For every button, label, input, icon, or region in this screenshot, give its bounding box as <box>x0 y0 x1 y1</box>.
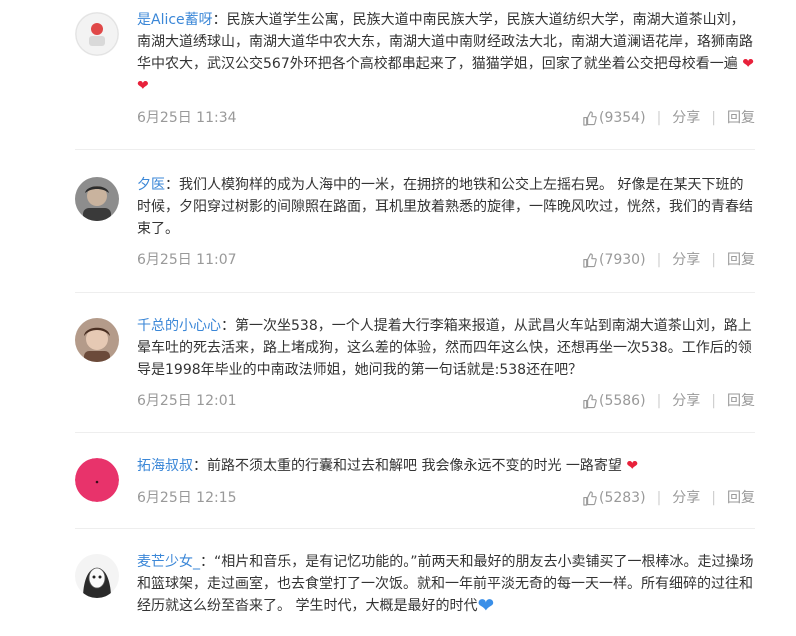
avatar[interactable] <box>75 177 119 221</box>
avatar[interactable] <box>75 458 119 502</box>
blue-heart-icon: ❤ <box>477 593 495 617</box>
colon: ： <box>221 318 235 334</box>
comment-feed: 是Alice蓄呀：民族大道学生公寓，民族大道中南民族大学，民族大道纺织大学，南湖… <box>0 0 796 636</box>
comment-actions: (7930) | 分享 | 回复 <box>582 250 755 270</box>
colon: ： <box>193 458 207 474</box>
red-heart-icon: ❤ <box>626 458 639 474</box>
thumbs-up-icon <box>582 490 597 506</box>
comment-body: 是Alice蓄呀：民族大道学生公寓，民族大道中南民族大学，民族大道纺织大学，南湖… <box>137 9 755 97</box>
comment-time: 6月25日 11:07 <box>137 252 237 268</box>
comment-meta: 6月25日 12:01 (5586) | 分享 | 回复 <box>137 391 755 411</box>
comment-text: “相片和音乐，是有记忆功能的。”前两天和最好的朋友去小卖铺买了一根棒冰。走过操场… <box>137 554 754 614</box>
divider: | <box>711 110 716 126</box>
avatar[interactable] <box>75 554 119 598</box>
divider: | <box>711 252 716 268</box>
like-button[interactable]: (5283) <box>582 488 646 508</box>
comment-item: 拓海叔叔：前路不须太重的行囊和过去和解吧 我会像永远不变的时光 一路寄望 ❤ 6… <box>75 433 755 529</box>
divider: | <box>711 393 716 409</box>
divider: | <box>656 110 662 126</box>
username-link[interactable]: 千总的小心心 <box>137 318 221 334</box>
comment-body: 千总的小心心：第一次坐538，一个人提着大行李箱来报道，从武昌火车站到南湖大道茶… <box>137 315 755 381</box>
avatar[interactable] <box>75 318 119 362</box>
username-link[interactable]: 拓海叔叔 <box>137 458 193 474</box>
like-count: (7930) <box>599 252 646 268</box>
comment-item: 麦芒少女_：“相片和音乐，是有记忆功能的。”前两天和最好的朋友去小卖铺买了一根棒… <box>75 529 755 636</box>
reply-button[interactable]: 回复 <box>727 108 755 128</box>
comment-item: 夕医：我们人模狗样的成为人海中的一米，在拥挤的地铁和公交上左摇右晃。 好像是在某… <box>75 150 755 293</box>
divider: | <box>656 393 662 409</box>
reply-button[interactable]: 回复 <box>727 250 755 270</box>
share-button[interactable]: 分享 <box>672 391 700 411</box>
comment-actions: (5586) | 分享 | 回复 <box>582 391 755 411</box>
comment-body: 麦芒少女_：“相片和音乐，是有记忆功能的。”前两天和最好的朋友去小卖铺买了一根棒… <box>137 551 755 617</box>
avatar[interactable] <box>75 12 119 56</box>
like-count: (5283) <box>599 490 646 506</box>
like-button[interactable]: (5586) <box>582 391 646 411</box>
comment-actions: (5283) | 分享 | 回复 <box>582 488 755 508</box>
like-button[interactable]: (9354) <box>582 108 646 128</box>
colon: ： <box>212 12 227 28</box>
like-button[interactable]: (7930) <box>582 250 646 270</box>
share-button[interactable]: 分享 <box>672 250 700 270</box>
colon: ： <box>165 177 179 193</box>
comment-actions: (9354) | 分享 | 回复 <box>582 108 755 128</box>
comment-text: 民族大道学生公寓，民族大道中南民族大学，民族大道纺织大学，南湖大道茶山刘，南湖大… <box>137 12 753 72</box>
comment-item: 千总的小心心：第一次坐538，一个人提着大行李箱来报道，从武昌火车站到南湖大道茶… <box>75 293 755 433</box>
comment-item: 是Alice蓄呀：民族大道学生公寓，民族大道中南民族大学，民族大道纺织大学，南湖… <box>75 0 755 150</box>
comment-text: 前路不须太重的行囊和过去和解吧 我会像永远不变的时光 一路寄望 <box>207 458 622 474</box>
reply-button[interactable]: 回复 <box>727 391 755 411</box>
red-heart-icon: ❤ <box>137 78 149 94</box>
comment-time: 6月25日 12:15 <box>137 490 237 506</box>
comment-time: 6月25日 11:34 <box>137 110 237 126</box>
username-link[interactable]: 夕医 <box>137 177 165 193</box>
share-button[interactable]: 分享 <box>672 108 700 128</box>
divider: | <box>711 490 716 506</box>
thumbs-up-icon <box>582 110 597 126</box>
divider: | <box>656 490 662 506</box>
divider: | <box>656 252 662 268</box>
like-count: (9354) <box>599 110 646 126</box>
comment-meta: 6月25日 11:34 (9354) | 分享 | 回复 <box>137 108 755 128</box>
comment-time: 6月25日 12:01 <box>137 393 237 409</box>
like-count: (5586) <box>599 393 646 409</box>
comment-meta: 6月25日 12:15 (5283) | 分享 | 回复 <box>137 488 755 508</box>
comment-body: 夕医：我们人模狗样的成为人海中的一米，在拥挤的地铁和公交上左摇右晃。 好像是在某… <box>137 174 755 240</box>
colon: ： <box>200 554 214 570</box>
red-heart-icon: ❤ <box>742 56 754 72</box>
comment-text: 我们人模狗样的成为人海中的一米，在拥挤的地铁和公交上左摇右晃。 好像是在某天下班… <box>137 177 753 237</box>
thumbs-up-icon <box>582 252 597 268</box>
share-button[interactable]: 分享 <box>672 488 700 508</box>
reply-button[interactable]: 回复 <box>727 488 755 508</box>
comment-meta: 6月25日 11:07 (7930) | 分享 | 回复 <box>137 250 755 270</box>
username-link[interactable]: 麦芒少女_ <box>137 554 200 570</box>
comment-body: 拓海叔叔：前路不须太重的行囊和过去和解吧 我会像永远不变的时光 一路寄望 ❤ <box>137 455 755 477</box>
username-link[interactable]: 是Alice蓄呀 <box>137 12 213 28</box>
thumbs-up-icon <box>582 393 597 409</box>
